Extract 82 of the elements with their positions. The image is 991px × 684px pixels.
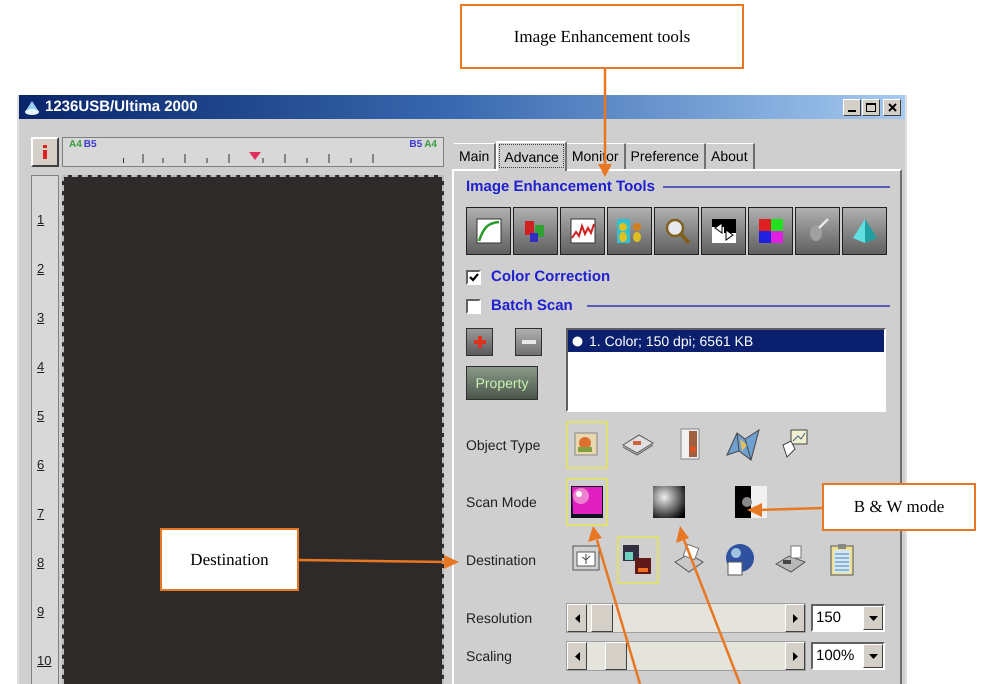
left-arrow-icon [574, 614, 580, 622]
checkbox[interactable] [466, 270, 481, 284]
batch-list-item[interactable]: 1. Color; 150 dpi; 6561 KB [568, 330, 884, 352]
scroll-right-button[interactable] [785, 604, 805, 632]
add-button[interactable] [466, 328, 493, 356]
slider[interactable] [566, 641, 806, 671]
callout-label: B & W mode [822, 483, 976, 531]
checkbox-label[interactable]: Batch Scan [491, 294, 573, 318]
line-graph-icon [568, 216, 598, 246]
left-arrow-icon [574, 652, 580, 660]
ruler-number: 5 [37, 409, 44, 422]
dropdown-arrow-icon [868, 616, 878, 620]
minimize-button[interactable] [843, 98, 861, 116]
tab[interactable]: Main [454, 143, 496, 169]
tab[interactable]: Preference [626, 143, 706, 169]
tool-button[interactable] [607, 207, 652, 255]
tool-button[interactable] [795, 207, 840, 255]
option-button[interactable] [566, 478, 608, 526]
color-mode-icon [569, 484, 605, 520]
slider-label: Scaling [466, 646, 513, 666]
ruler-number: 6 [37, 458, 44, 471]
ruler-label: B5 [409, 140, 422, 150]
scroll-right-button[interactable] [785, 642, 805, 670]
bullet-icon [572, 336, 583, 346]
dropdown[interactable]: 100% [811, 642, 885, 670]
close-button[interactable] [883, 98, 901, 116]
maximize-icon [866, 102, 876, 112]
row-label: Destination [466, 550, 538, 570]
tool-button[interactable] [560, 207, 605, 255]
ruler-label: B5 [84, 140, 97, 150]
slider-thumb[interactable] [590, 604, 613, 632]
dropdown[interactable]: 150 [811, 604, 885, 632]
callout-label: Destination [160, 528, 299, 591]
tool-button[interactable] [842, 207, 887, 255]
checkbox-label[interactable]: Color Correction [491, 266, 610, 288]
ruler-number: 9 [37, 605, 44, 618]
ruler-number: 3 [37, 311, 44, 324]
curve-graph-icon [474, 216, 504, 246]
minus-icon [522, 340, 536, 344]
split-tone-mode-icon [733, 484, 769, 520]
tool-button[interactable] [466, 207, 511, 255]
checkbox[interactable] [466, 298, 481, 314]
map-icon [725, 427, 761, 463]
section-heading: Image Enhancement Tools [466, 176, 655, 197]
ruler-number: 8 [37, 556, 44, 569]
info-icon [43, 145, 47, 159]
info-button[interactable] [31, 137, 59, 167]
ruler-label: A4 [69, 140, 82, 150]
maximize-button[interactable] [862, 98, 880, 116]
plus-icon [472, 335, 486, 349]
ruler-number: 10 [37, 654, 52, 667]
remove-button[interactable] [515, 328, 542, 356]
right-arrow-icon [792, 614, 798, 622]
row-label: Scan Mode [466, 492, 538, 512]
property-button[interactable]: Property [466, 366, 538, 400]
scroll-left-button[interactable] [567, 642, 587, 670]
check-icon [468, 272, 478, 282]
tool-button[interactable] [513, 207, 558, 255]
right-arrow-icon [792, 652, 798, 660]
slider-label: Resolution [466, 608, 534, 628]
close-icon [888, 102, 896, 112]
ruler-number: 4 [37, 360, 44, 373]
tool-button[interactable] [701, 207, 746, 255]
tab[interactable]: Advance [496, 141, 567, 171]
ruler-label: A4 [424, 140, 437, 150]
ruler-number: 1 [37, 213, 44, 226]
grayscale-mode-icon [651, 484, 687, 520]
dropdown-arrow-icon [868, 654, 878, 658]
row-label: Object Type [466, 436, 542, 455]
option-button[interactable] [617, 536, 659, 584]
slider[interactable] [566, 603, 806, 633]
window-title: 1236USB/Ultima 2000 [45, 96, 198, 117]
tool-button[interactable] [748, 207, 793, 255]
scroll-left-button[interactable] [567, 604, 587, 632]
ruler-number: 2 [37, 262, 44, 275]
center-marker-icon[interactable] [249, 152, 261, 160]
tab[interactable]: About [706, 143, 755, 169]
minimize-icon [848, 110, 856, 112]
tool-button[interactable] [654, 207, 699, 255]
callout-label: Image Enhancement tools [460, 4, 744, 69]
ruler-number: 7 [37, 507, 44, 520]
slider-thumb[interactable] [604, 642, 627, 670]
